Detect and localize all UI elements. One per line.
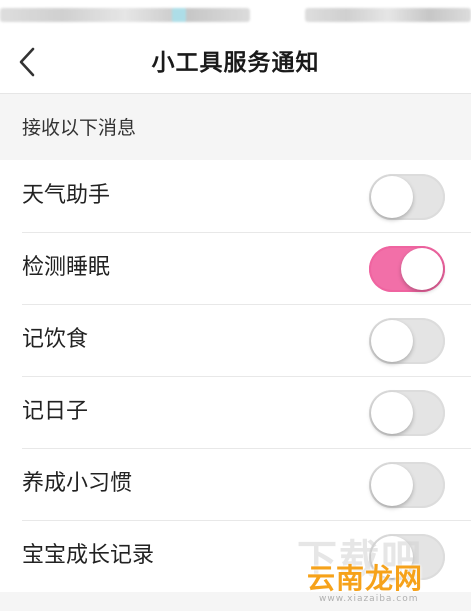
section-header: 接收以下消息 (0, 94, 471, 160)
navigation-bar: 小工具服务通知 (0, 32, 471, 94)
toggle-knob (371, 392, 413, 434)
weather-assistant-toggle[interactable] (369, 174, 445, 220)
list-item-label: 记饮食 (22, 327, 89, 352)
toggle-knob (371, 536, 413, 578)
list-item-diet-log: 记饮食 (0, 304, 471, 376)
day-counter-toggle[interactable] (369, 390, 445, 436)
list-item-label: 记日子 (22, 399, 89, 424)
habit-builder-toggle[interactable] (369, 462, 445, 508)
toggle-knob (371, 320, 413, 362)
notification-list: 天气助手 检测睡眠 记饮食 记日子 养成小习惯 宝宝成长记录 (0, 160, 471, 592)
diet-log-toggle[interactable] (369, 318, 445, 364)
status-bar (0, 0, 471, 32)
status-bar-right-blurred (305, 8, 471, 22)
list-item-label: 检测睡眠 (22, 255, 111, 280)
list-item-habit-builder: 养成小习惯 (0, 448, 471, 520)
toggle-knob (371, 464, 413, 506)
toggle-knob (371, 176, 413, 218)
sleep-monitor-toggle[interactable] (369, 246, 445, 292)
watermark-url: www.xiazaiba.com (319, 594, 419, 604)
status-bar-left-blurred (0, 8, 250, 22)
baby-growth-record-toggle[interactable] (369, 534, 445, 580)
list-item-label: 天气助手 (22, 183, 111, 208)
list-item-sleep-monitor: 检测睡眠 (0, 232, 471, 304)
toggle-knob (401, 248, 443, 290)
page-title: 小工具服务通知 (151, 50, 320, 76)
list-item-label: 宝宝成长记录 (22, 543, 155, 568)
list-item-baby-growth-record: 宝宝成长记录 (0, 520, 471, 592)
list-item-weather-assistant: 天气助手 (0, 160, 471, 232)
list-item-label: 养成小习惯 (22, 471, 133, 496)
list-item-day-counter: 记日子 (0, 376, 471, 448)
